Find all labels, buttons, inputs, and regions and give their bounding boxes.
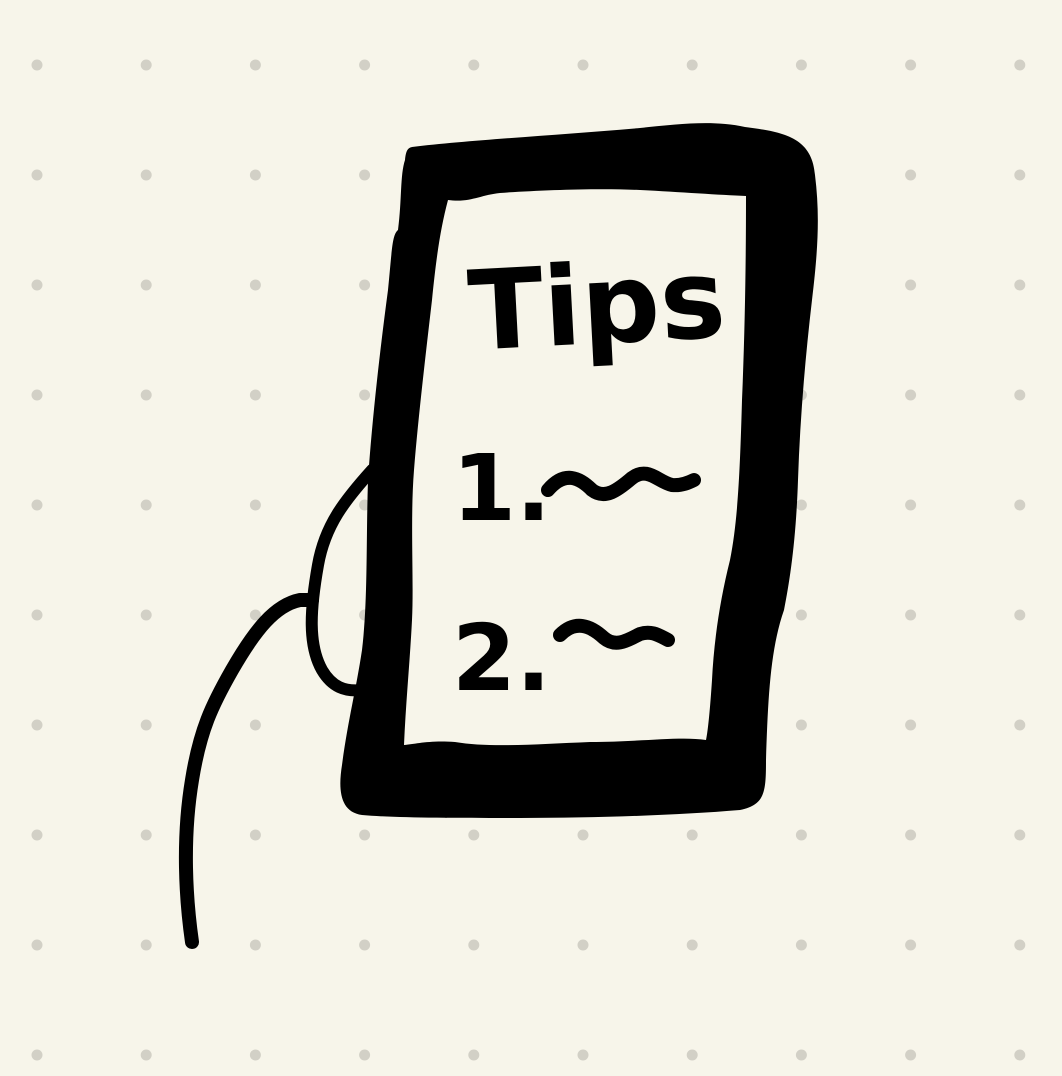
grid-dot [249,719,261,731]
grid-dot [1014,389,1026,401]
grid-dot [31,1049,43,1061]
grid-dot [686,829,698,841]
grid-dot [359,829,371,841]
grid-dot [686,59,698,71]
grid-dot [31,499,43,511]
grid-dot [905,609,917,621]
grid-dot [140,1049,152,1061]
grid-dot [905,829,917,841]
grid-dot [795,1049,807,1061]
grid-dot [1014,59,1026,71]
grid-dot [1014,939,1026,951]
grid-dot [1014,279,1026,291]
grid-dot [686,1049,698,1061]
grid-dot [795,719,807,731]
grid-dot [140,939,152,951]
grid-dot [359,169,371,181]
grid-dot [468,1049,480,1061]
grid-dot [1014,499,1026,511]
grid-dot [31,389,43,401]
hand-sketch [178,464,378,949]
grid-dot [359,939,371,951]
grid-dot [249,389,261,401]
grid-dot [905,279,917,291]
grid-dot [249,169,261,181]
grid-dot [140,169,152,181]
grid-dot [140,719,152,731]
tips-phone-illustration: Tips 1. 2. [31,59,1026,1061]
grid-dot [31,939,43,951]
grid-dot [686,939,698,951]
grid-dot [140,829,152,841]
grid-dot [468,939,480,951]
grid-dot [140,499,152,511]
grid-dot [249,499,261,511]
grid-dot [249,1049,261,1061]
grid-dot [795,829,807,841]
grid-dot [1014,1049,1026,1061]
grid-dot [140,59,152,71]
grid-dot [140,389,152,401]
grid-dot [795,609,807,621]
grid-dot [468,829,480,841]
grid-dot [795,499,807,511]
grid-dot [249,59,261,71]
grid-dot [905,499,917,511]
grid-dot [359,279,371,291]
grid-dot [1014,609,1026,621]
grid-dot [905,1049,917,1061]
grid-dot [905,59,917,71]
grid-dot [468,59,480,71]
grid-dot [1014,169,1026,181]
grid-dot [140,609,152,621]
grid-dot [31,609,43,621]
grid-dot [1014,719,1026,731]
grid-dot [31,719,43,731]
sketch-canvas: Tips 1. 2. [0,0,1062,1076]
grid-dot [249,279,261,291]
list-item-number-2: 2. [452,605,551,712]
grid-dot [577,939,589,951]
grid-dot [359,1049,371,1061]
grid-dot [31,279,43,291]
grid-dot [31,59,43,71]
grid-dot [31,829,43,841]
grid-dot [577,1049,589,1061]
grid-dot [140,279,152,291]
grid-dot [905,719,917,731]
phone-frame [340,123,818,818]
grid-dot [795,939,807,951]
list-item-number-1: 1. [452,435,551,542]
grid-dot [31,169,43,181]
grid-dot [359,59,371,71]
grid-dot [577,59,589,71]
grid-dot [795,59,807,71]
tips-title: Tips [465,234,728,375]
grid-dot [905,939,917,951]
grid-dot [905,169,917,181]
grid-dot [905,389,917,401]
grid-dot [249,829,261,841]
grid-dot [1014,829,1026,841]
grid-dot [577,829,589,841]
grid-dot [249,939,261,951]
grid-dot [359,389,371,401]
